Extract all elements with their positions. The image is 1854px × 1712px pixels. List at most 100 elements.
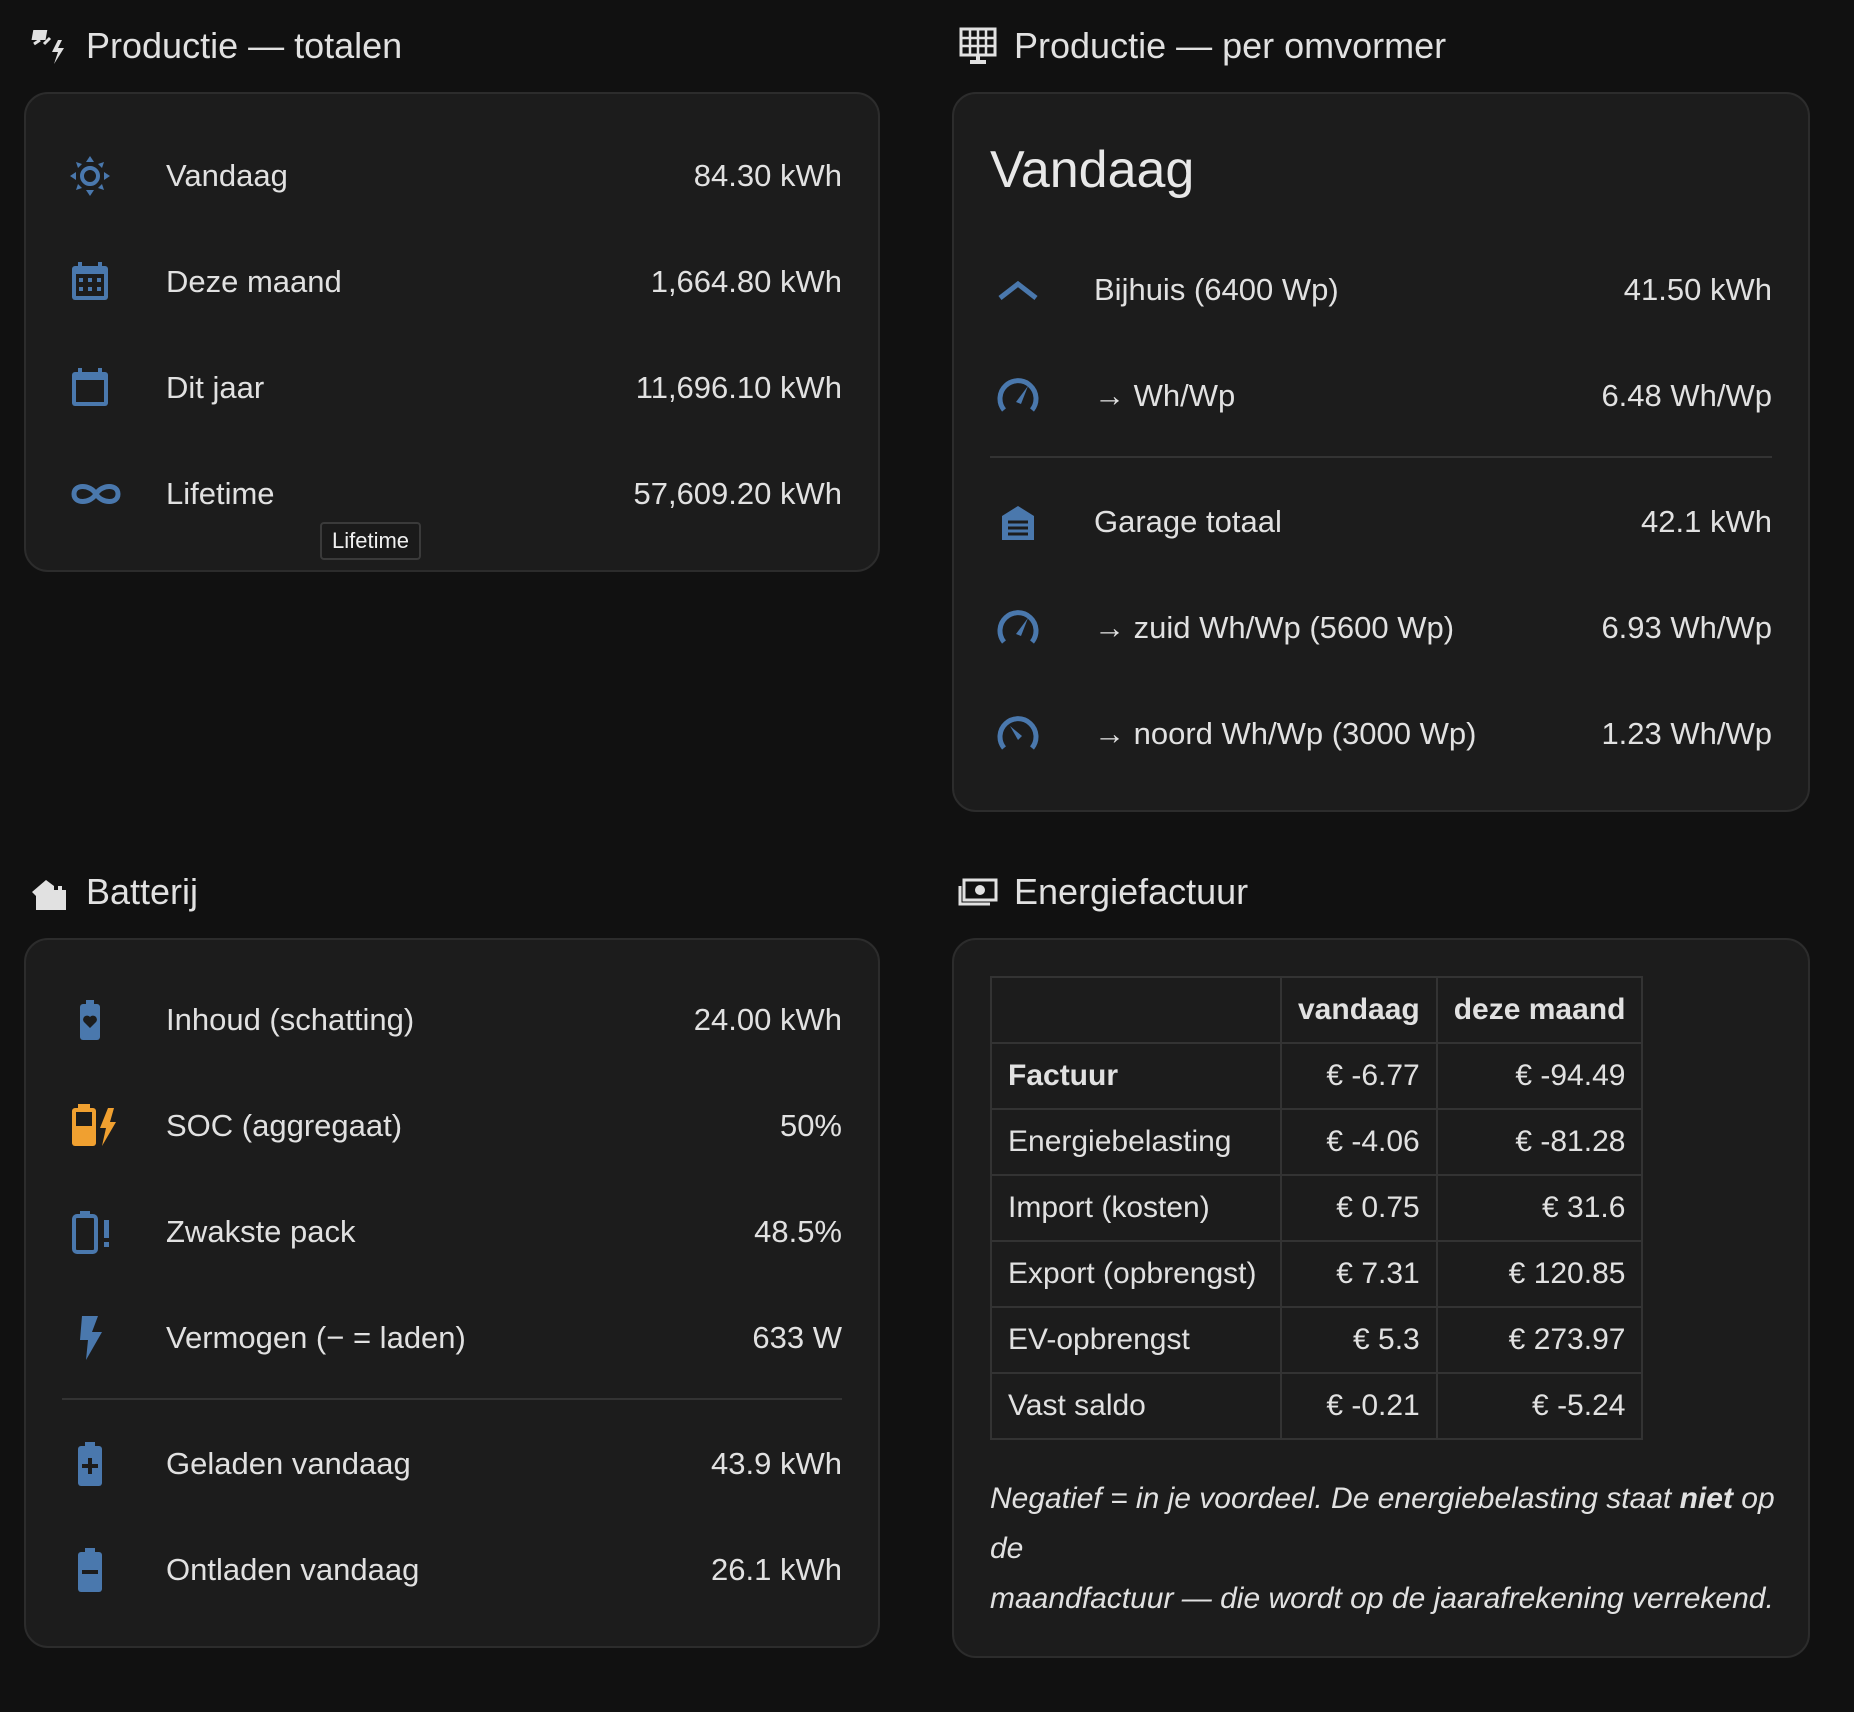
home-battery-icon bbox=[30, 872, 70, 912]
row-value: 42.1 kWh bbox=[1641, 504, 1772, 539]
row-label: Inhoud (schatting) bbox=[166, 1002, 415, 1037]
note-text: Negatief = in je voordeel. De energiebel… bbox=[990, 1482, 1680, 1515]
row-lifetime[interactable]: Lifetime 57,609.20 kWh bbox=[62, 464, 842, 524]
row-garage[interactable]: Garage totaal 42.1 kWh bbox=[990, 492, 1772, 552]
row-label: Lifetime bbox=[166, 476, 275, 511]
bill-table: vandaag deze maand Factuur € -6.77 € -94… bbox=[990, 976, 1644, 1440]
cell-today: € 7.31 bbox=[1280, 1240, 1438, 1308]
table-row: Export (opbrengst) € 7.31 € 120.85 bbox=[990, 1240, 1644, 1308]
row-value: 57,609.20 kWh bbox=[633, 476, 842, 511]
cell-today: € -4.06 bbox=[1280, 1108, 1438, 1176]
infinity-icon bbox=[62, 464, 146, 524]
cell-month: € -81.28 bbox=[1435, 1108, 1644, 1176]
battery-minus-icon bbox=[62, 1540, 146, 1600]
divider bbox=[62, 1398, 842, 1400]
note-emphasis: niet bbox=[1679, 1482, 1733, 1515]
row-value: 43.9 kWh bbox=[711, 1446, 842, 1481]
cell-month: € 273.97 bbox=[1435, 1306, 1644, 1374]
gauge-icon bbox=[990, 598, 1074, 658]
row-deze-maand[interactable]: Deze maand 1,664.80 kWh bbox=[62, 252, 842, 312]
row-vandaag[interactable]: Vandaag 84.30 kWh bbox=[62, 146, 842, 206]
section-title: Energiefactuur bbox=[1014, 871, 1249, 912]
card-subtitle: Vandaag bbox=[990, 141, 1195, 199]
row-noord[interactable]: → noord Wh/Wp (3000 Wp) 1.23 Wh/Wp bbox=[990, 704, 1772, 764]
row-geladen[interactable]: Geladen vandaag 43.9 kWh bbox=[62, 1434, 842, 1494]
row-label: SOC (aggregaat) bbox=[166, 1108, 403, 1143]
row-label: Deze maand bbox=[166, 264, 342, 299]
gauge-icon bbox=[990, 366, 1074, 426]
row-dit-jaar[interactable]: Dit jaar 11,696.10 kWh bbox=[62, 358, 842, 418]
cell-month: € 120.85 bbox=[1435, 1240, 1644, 1308]
section-header-totals: Productie — totalen bbox=[30, 16, 402, 76]
row-zwakste[interactable]: Zwakste pack 48.5% bbox=[62, 1202, 842, 1262]
cell-month: € -94.49 bbox=[1435, 1042, 1644, 1110]
roof-icon bbox=[990, 260, 1074, 320]
row-label: Factuur bbox=[990, 1042, 1282, 1110]
row-label: EV-opbrengst bbox=[990, 1306, 1282, 1374]
cell-month: € 31.6 bbox=[1435, 1174, 1644, 1242]
section-title: Productie — totalen bbox=[86, 25, 403, 66]
column-header bbox=[990, 976, 1282, 1044]
row-label: Ontladen vandaag bbox=[166, 1552, 420, 1587]
row-label: Energiebelasting bbox=[990, 1108, 1282, 1176]
bill-card: vandaag deze maand Factuur € -6.77 € -94… bbox=[952, 938, 1810, 1658]
garage-icon bbox=[990, 492, 1074, 552]
flash-icon bbox=[62, 1308, 146, 1368]
row-label: Import (kosten) bbox=[990, 1174, 1282, 1242]
table-row: Import (kosten) € 0.75 € 31.6 bbox=[990, 1174, 1644, 1242]
row-zuid[interactable]: → zuid Wh/Wp (5600 Wp) 6.93 Wh/Wp bbox=[990, 598, 1772, 658]
cell-today: € 0.75 bbox=[1280, 1174, 1438, 1242]
sun-icon bbox=[62, 146, 146, 206]
row-value: 1,664.80 kWh bbox=[650, 264, 842, 299]
table-row: Factuur € -6.77 € -94.49 bbox=[990, 1042, 1644, 1110]
table-row: Energiebelasting € -4.06 € -81.28 bbox=[990, 1108, 1644, 1176]
calendar-icon bbox=[62, 358, 146, 418]
row-label: Vast saldo bbox=[990, 1372, 1282, 1440]
row-bijhuis-whwp[interactable]: → Wh/Wp 6.48 Wh/Wp bbox=[990, 366, 1772, 426]
tooltip: Lifetime bbox=[320, 522, 422, 560]
cash-icon bbox=[958, 872, 998, 912]
row-label: Geladen vandaag bbox=[166, 1446, 411, 1481]
row-label: → zuid Wh/Wp (5600 Wp) bbox=[1094, 610, 1455, 645]
totals-card: Vandaag 84.30 kWh Deze maand 1,664.80 kW… bbox=[24, 92, 880, 572]
section-header-bill: Energiefactuur bbox=[958, 862, 1248, 922]
section-header-inverter: Productie — per omvormer bbox=[958, 16, 1446, 76]
solar-power-icon bbox=[30, 26, 70, 66]
row-vermogen[interactable]: Vermogen (− = laden) 633 W bbox=[62, 1308, 842, 1368]
inverter-card: Vandaag Bijhuis (6400 Wp) 41.50 kWh → Wh… bbox=[952, 92, 1810, 812]
section-title: Batterij bbox=[86, 871, 199, 912]
row-label: Export (opbrengst) bbox=[990, 1240, 1282, 1308]
calendar-month-icon bbox=[62, 252, 146, 312]
row-label: Bijhuis (6400 Wp) bbox=[1094, 272, 1339, 307]
cell-today: € -6.77 bbox=[1280, 1042, 1438, 1110]
row-label: Vandaag bbox=[166, 158, 288, 193]
battery-charging-icon bbox=[62, 1096, 146, 1156]
column-header: deze maand bbox=[1435, 976, 1644, 1044]
row-value: 26.1 kWh bbox=[711, 1552, 842, 1587]
row-value: 6.93 Wh/Wp bbox=[1601, 610, 1772, 645]
cell-month: € -5.24 bbox=[1435, 1372, 1644, 1440]
row-value: 48.5% bbox=[754, 1214, 842, 1249]
row-label: → noord Wh/Wp (3000 Wp) bbox=[1094, 716, 1477, 751]
row-inhoud[interactable]: Inhoud (schatting) 24.00 kWh bbox=[62, 990, 842, 1050]
battery-plus-icon bbox=[62, 1434, 146, 1494]
table-header-row: vandaag deze maand bbox=[990, 976, 1644, 1044]
row-value: 50% bbox=[779, 1108, 842, 1143]
note-text: maandfactuur — die wordt op de jaarafrek… bbox=[990, 1582, 1774, 1615]
battery-alert-icon bbox=[62, 1202, 146, 1262]
column-header: vandaag bbox=[1280, 976, 1438, 1044]
battery-heart-icon bbox=[62, 990, 146, 1050]
solar-panel-icon bbox=[958, 26, 998, 66]
row-value: 24.00 kWh bbox=[693, 1002, 842, 1037]
row-value: 41.50 kWh bbox=[1623, 272, 1772, 307]
row-value: 84.30 kWh bbox=[693, 158, 842, 193]
table-row: EV-opbrengst € 5.3 € 273.97 bbox=[990, 1306, 1644, 1374]
bill-note: Negatief = in je voordeel. De energiebel… bbox=[990, 1474, 1780, 1624]
gauge-low-icon bbox=[990, 704, 1074, 764]
row-label: Zwakste pack bbox=[166, 1214, 356, 1249]
row-soc[interactable]: SOC (aggregaat) 50% bbox=[62, 1096, 842, 1156]
row-ontladen[interactable]: Ontladen vandaag 26.1 kWh bbox=[62, 1540, 842, 1600]
table-row: Vast saldo € -0.21 € -5.24 bbox=[990, 1372, 1644, 1440]
row-bijhuis[interactable]: Bijhuis (6400 Wp) 41.50 kWh bbox=[990, 260, 1772, 320]
row-value: 11,696.10 kWh bbox=[635, 370, 842, 405]
